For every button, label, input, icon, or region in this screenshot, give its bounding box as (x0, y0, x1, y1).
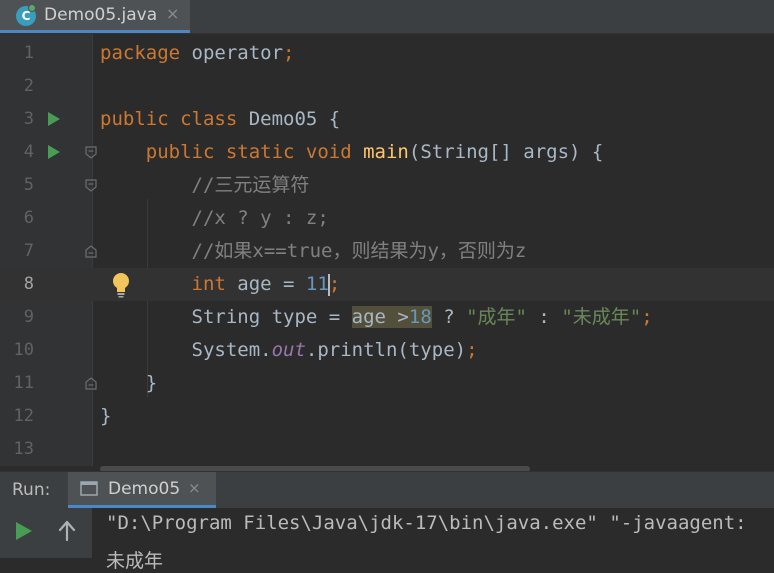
code-token: public class (100, 108, 249, 130)
code-token: Demo05 { (248, 108, 341, 130)
code-token: ? (431, 306, 467, 328)
code-text: //如果x==true，则结果为y，否则为z (100, 235, 527, 268)
console-toolbar (0, 508, 92, 558)
code-line-9[interactable]: 9 String type = age >18 ? "成年" : "未成年"; (0, 301, 774, 334)
code-text: public class Demo05 { (100, 103, 340, 136)
code-token: operator (191, 42, 284, 64)
code-text: //三元运算符 (100, 169, 310, 202)
code-line-6[interactable]: 6 //x ? y : z; (0, 202, 774, 235)
line-number: 6 (23, 208, 34, 228)
code-text: //x ? y : z; (100, 202, 329, 235)
java-class-icon: C (16, 4, 36, 26)
code-line-12[interactable]: 12} (0, 400, 774, 433)
code-line-10[interactable]: 10 System.out.println(type); (0, 334, 774, 367)
line-number: 1 (23, 43, 34, 63)
code-line-1[interactable]: 1 package operator; (0, 37, 774, 70)
line-number: 13 (13, 439, 34, 459)
close-icon[interactable]: × (188, 479, 201, 497)
code-token: "成年" (466, 306, 527, 328)
line-number: 9 (23, 307, 34, 327)
run-arrow-icon[interactable] (48, 145, 60, 159)
run-console[interactable]: "D:\Program Files\Java\jdk-17\bin\java.e… (0, 508, 774, 572)
line-number: 12 (13, 406, 34, 426)
code-token: (String[] args) { (408, 141, 604, 163)
code-token: //三元运算符 (191, 174, 310, 196)
code-token: ; (328, 273, 341, 295)
code-token: //如果x==true，则结果为y，否则为z (191, 240, 527, 262)
code-editor[interactable]: 1 package operator; 2 3 public class Demo05 … (0, 34, 774, 466)
code-text: public static void main(String[] args) { (100, 136, 604, 169)
code-line-3[interactable]: 3 public class Demo05 { (0, 103, 774, 136)
code-token: main (363, 141, 409, 163)
editor-tab-label: Demo05.java (44, 5, 158, 25)
code-token: age = (237, 273, 306, 295)
code-line-4[interactable]: 4 public static void main(String[] args)… (0, 136, 774, 169)
line-number: 11 (13, 373, 34, 393)
code-token: 18 (408, 306, 432, 328)
run-tool-window-header: Run: Demo05 × (0, 471, 774, 508)
code-token: "未成年" (561, 306, 642, 328)
line-number: 10 (13, 340, 34, 360)
code-line-7[interactable]: 7 //如果x==true，则结果为y，否则为z (0, 235, 774, 268)
code-line-13[interactable]: 13 (0, 433, 774, 466)
console-line: 未成年 (106, 550, 164, 572)
code-text: System.out.println(type); (100, 334, 478, 367)
code-token: } (100, 372, 158, 394)
line-number: 5 (23, 175, 34, 195)
code-token: ; (466, 339, 478, 361)
line-number: 7 (23, 241, 34, 261)
fold-marker-icon[interactable] (85, 179, 97, 192)
code-token: package (100, 42, 192, 64)
code-text: } (100, 400, 111, 433)
editor-tab-bar: C Demo05.java × (0, 0, 774, 34)
line-number: 8 (23, 274, 34, 294)
line-number: 4 (23, 142, 34, 162)
code-token: } (100, 405, 112, 427)
code-token: String type = (100, 306, 352, 328)
code-line-5[interactable]: 5 //三元运算符 (0, 169, 774, 202)
code-token: int (191, 273, 238, 295)
run-arrow-icon[interactable] (48, 112, 60, 126)
code-text: } (100, 367, 157, 400)
code-token: ; (283, 42, 295, 64)
code-token: .println(type) (305, 339, 467, 361)
line-number: 3 (23, 109, 34, 129)
code-text: int age = 11; (100, 268, 340, 301)
code-token: 11 (305, 273, 329, 295)
code-line-2[interactable]: 2 (0, 70, 774, 103)
rerun-icon[interactable] (16, 522, 32, 540)
code-token: : (526, 306, 562, 328)
code-line-8[interactable]: 8 int age = 11; (0, 268, 774, 301)
fold-marker-icon[interactable] (85, 245, 97, 258)
code-token: System. (100, 339, 272, 361)
code-token: //x ? y : z; (191, 207, 329, 229)
fold-marker-icon[interactable] (85, 146, 97, 159)
fold-marker-icon[interactable] (85, 377, 97, 390)
code-token: age > (351, 306, 409, 328)
up-arrow-icon[interactable] (57, 520, 77, 542)
code-token: public static void (145, 141, 364, 163)
code-text: String type = age >18 ? "成年" : "未成年"; (100, 301, 653, 334)
console-line: "D:\Program Files\Java\jdk-17\bin\java.e… (106, 512, 747, 534)
code-token: ; (641, 306, 653, 328)
close-icon[interactable]: × (166, 4, 179, 23)
run-tab-label: Demo05 (108, 479, 181, 499)
editor-tab-demo05[interactable]: C Demo05.java × (0, 0, 190, 33)
code-text: package operator; (100, 37, 294, 70)
line-number: 2 (23, 76, 34, 96)
run-tab-demo05[interactable]: Demo05 × (68, 472, 216, 508)
run-label: Run: (12, 480, 51, 500)
code-line-11[interactable]: 11 } (0, 367, 774, 400)
console-icon (80, 481, 98, 496)
code-token: out (271, 339, 306, 361)
